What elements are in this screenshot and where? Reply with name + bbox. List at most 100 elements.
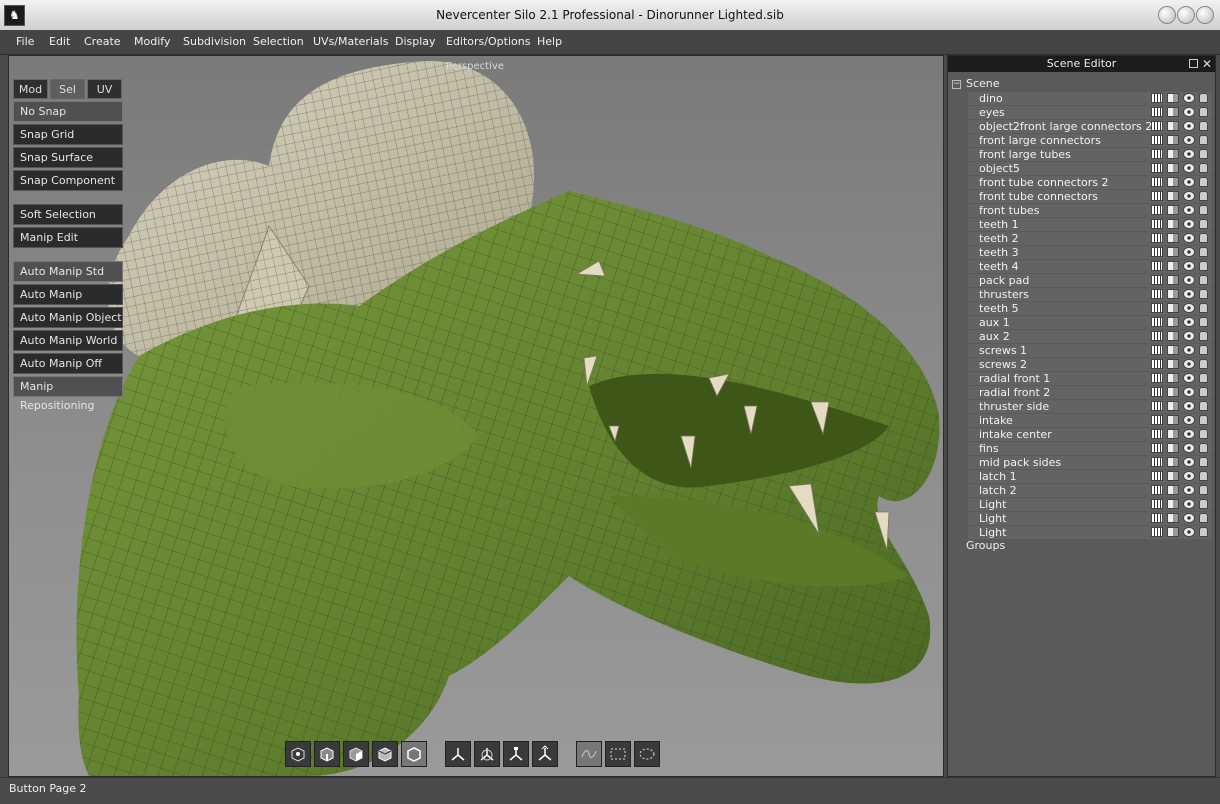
scene-object-row[interactable]: Light xyxy=(968,511,1212,525)
shading-toggle-icon[interactable] xyxy=(1167,317,1179,327)
columns-toggle-icon[interactable] xyxy=(1151,485,1163,495)
lasso-select-icon[interactable] xyxy=(576,741,602,767)
object-select-icon[interactable] xyxy=(401,741,427,767)
shading-toggle-icon[interactable] xyxy=(1167,149,1179,159)
shading-toggle-icon[interactable] xyxy=(1167,191,1179,201)
columns-toggle-icon[interactable] xyxy=(1151,443,1163,453)
columns-toggle-icon[interactable] xyxy=(1151,331,1163,341)
lock-icon[interactable] xyxy=(1199,163,1208,173)
visibility-eye-icon[interactable] xyxy=(1183,219,1195,229)
scene-object-row[interactable]: teeth 3 xyxy=(968,245,1212,259)
lock-icon[interactable] xyxy=(1199,233,1208,243)
tab-mod[interactable]: Mod xyxy=(13,79,48,99)
lock-icon[interactable] xyxy=(1199,135,1208,145)
shading-toggle-icon[interactable] xyxy=(1167,331,1179,341)
shading-toggle-icon[interactable] xyxy=(1167,177,1179,187)
lock-icon[interactable] xyxy=(1199,345,1208,355)
scene-object-row[interactable]: intake xyxy=(968,413,1212,427)
scene-object-row[interactable]: Light xyxy=(968,525,1212,539)
menu-subdivision[interactable]: Subdivision xyxy=(183,35,246,48)
shading-toggle-icon[interactable] xyxy=(1167,443,1179,453)
visibility-eye-icon[interactable] xyxy=(1183,135,1195,145)
snap-surface-button[interactable]: Snap Surface xyxy=(13,147,123,168)
lock-icon[interactable] xyxy=(1199,261,1208,271)
columns-toggle-icon[interactable] xyxy=(1151,429,1163,439)
perspective-viewport[interactable]: Perspective Mod Sel UV No Snap Snap Grid… xyxy=(8,55,944,777)
dino-model-render[interactable] xyxy=(9,56,943,776)
lock-icon[interactable] xyxy=(1199,219,1208,229)
columns-toggle-icon[interactable] xyxy=(1151,177,1163,187)
shading-toggle-icon[interactable] xyxy=(1167,261,1179,271)
shading-toggle-icon[interactable] xyxy=(1167,219,1179,229)
shading-toggle-icon[interactable] xyxy=(1167,527,1179,537)
lock-icon[interactable] xyxy=(1199,415,1208,425)
menu-file[interactable]: File xyxy=(16,35,34,48)
groups-label[interactable]: Groups xyxy=(966,539,1005,552)
minimize-button[interactable] xyxy=(1158,6,1176,24)
visibility-eye-icon[interactable] xyxy=(1183,289,1195,299)
shading-toggle-icon[interactable] xyxy=(1167,163,1179,173)
lock-icon[interactable] xyxy=(1199,149,1208,159)
columns-toggle-icon[interactable] xyxy=(1151,345,1163,355)
lock-icon[interactable] xyxy=(1199,107,1208,117)
scene-object-row[interactable]: screws 2 xyxy=(968,357,1212,371)
lock-icon[interactable] xyxy=(1199,177,1208,187)
lock-icon[interactable] xyxy=(1199,289,1208,299)
columns-toggle-icon[interactable] xyxy=(1151,359,1163,369)
scene-object-row[interactable]: latch 2 xyxy=(968,483,1212,497)
visibility-eye-icon[interactable] xyxy=(1183,163,1195,173)
lock-icon[interactable] xyxy=(1199,499,1208,509)
scene-object-row[interactable]: front tubes xyxy=(968,203,1212,217)
visibility-eye-icon[interactable] xyxy=(1183,359,1195,369)
columns-toggle-icon[interactable] xyxy=(1151,499,1163,509)
shading-toggle-icon[interactable] xyxy=(1167,289,1179,299)
lock-icon[interactable] xyxy=(1199,513,1208,523)
auto-manip-off-button[interactable]: Auto Manip Off xyxy=(13,353,123,374)
close-panel-icon[interactable]: ✕ xyxy=(1202,56,1212,72)
snap-component-button[interactable]: Snap Component xyxy=(13,170,123,191)
scene-object-row[interactable]: teeth 4 xyxy=(968,259,1212,273)
maximize-button[interactable] xyxy=(1177,6,1195,24)
visibility-eye-icon[interactable] xyxy=(1183,373,1195,383)
visibility-eye-icon[interactable] xyxy=(1183,345,1195,355)
menu-display[interactable]: Display xyxy=(395,35,436,48)
manip-rotate-icon[interactable] xyxy=(474,741,500,767)
shading-toggle-icon[interactable] xyxy=(1167,401,1179,411)
visibility-eye-icon[interactable] xyxy=(1183,429,1195,439)
columns-toggle-icon[interactable] xyxy=(1151,149,1163,159)
menu-editors-options[interactable]: Editors/Options xyxy=(446,35,530,48)
shading-toggle-icon[interactable] xyxy=(1167,485,1179,495)
columns-toggle-icon[interactable] xyxy=(1151,373,1163,383)
visibility-eye-icon[interactable] xyxy=(1183,317,1195,327)
shading-toggle-icon[interactable] xyxy=(1167,499,1179,509)
scene-object-row[interactable]: Light xyxy=(968,497,1212,511)
scene-object-row[interactable]: thrusters xyxy=(968,287,1212,301)
menu-edit[interactable]: Edit xyxy=(49,35,70,48)
scene-object-row[interactable]: front tube connectors 2 xyxy=(968,175,1212,189)
scene-object-row[interactable]: pack pad xyxy=(968,273,1212,287)
visibility-eye-icon[interactable] xyxy=(1183,387,1195,397)
columns-toggle-icon[interactable] xyxy=(1151,191,1163,201)
scene-object-row[interactable]: mid pack sides xyxy=(968,455,1212,469)
lock-icon[interactable] xyxy=(1199,93,1208,103)
visibility-eye-icon[interactable] xyxy=(1183,485,1195,495)
scene-object-row[interactable]: fins xyxy=(968,441,1212,455)
columns-toggle-icon[interactable] xyxy=(1151,471,1163,481)
auto-manip-normal-button[interactable]: Auto Manip Normal xyxy=(13,284,123,320)
shading-toggle-icon[interactable] xyxy=(1167,457,1179,467)
visibility-eye-icon[interactable] xyxy=(1183,499,1195,509)
visibility-eye-icon[interactable] xyxy=(1183,471,1195,481)
no-snap-button[interactable]: No Snap xyxy=(13,101,123,122)
lock-icon[interactable] xyxy=(1199,331,1208,341)
lock-icon[interactable] xyxy=(1199,373,1208,383)
shading-toggle-icon[interactable] xyxy=(1167,275,1179,285)
lock-icon[interactable] xyxy=(1199,429,1208,439)
columns-toggle-icon[interactable] xyxy=(1151,261,1163,271)
menu-selection[interactable]: Selection xyxy=(253,35,304,48)
columns-toggle-icon[interactable] xyxy=(1151,317,1163,327)
scene-object-row[interactable]: front large tubes xyxy=(968,147,1212,161)
columns-toggle-icon[interactable] xyxy=(1151,107,1163,117)
soft-selection-button[interactable]: Soft Selection xyxy=(13,204,123,225)
menu-help[interactable]: Help xyxy=(537,35,562,48)
visibility-eye-icon[interactable] xyxy=(1183,527,1195,537)
